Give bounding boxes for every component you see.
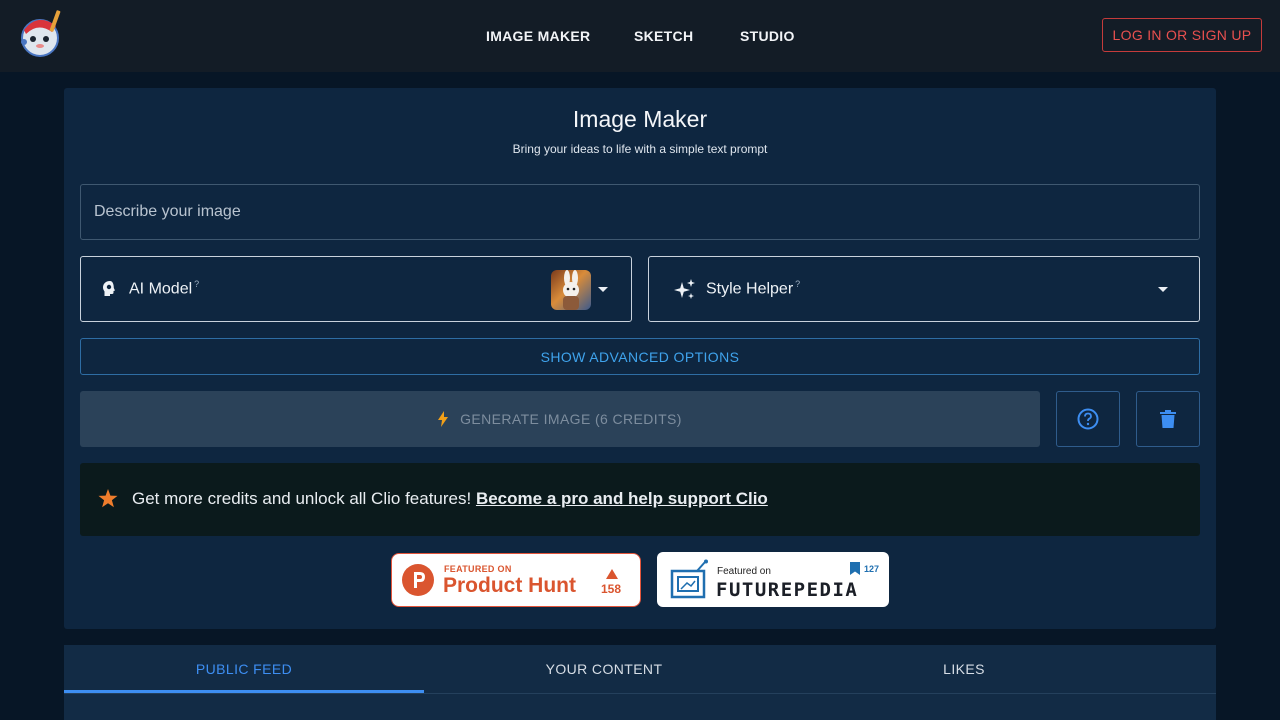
tab-likes[interactable]: LIKES <box>784 645 1144 693</box>
ai-model-label: AI Model? <box>129 279 200 298</box>
fp-name: FUTUREPEDIA <box>716 579 859 601</box>
brain-head-icon <box>101 280 119 303</box>
fp-featured-label: Featured on <box>717 566 771 577</box>
lightning-icon <box>438 411 449 427</box>
bookmark-icon <box>850 562 860 580</box>
futurepedia-logo-icon <box>669 559 711 606</box>
tab-divider <box>64 693 1216 694</box>
active-tab-indicator <box>64 690 424 693</box>
tab-your-content[interactable]: YOUR CONTENT <box>424 645 784 693</box>
ph-upvote-count: 158 <box>601 582 622 596</box>
fp-bookmark-count: 127 <box>864 564 880 574</box>
ai-model-select[interactable]: AI Model? <box>80 256 632 322</box>
style-helper-select[interactable]: Style Helper? <box>648 256 1200 322</box>
help-circle-icon: ? <box>194 279 200 289</box>
model-thumbnail <box>551 270 591 310</box>
login-signup-button[interactable]: LOG IN OR SIGN UP <box>1102 18 1262 52</box>
star-icon <box>98 489 118 513</box>
product-hunt-logo-icon <box>402 564 434 601</box>
become-pro-link[interactable]: Become a pro and help support Clio <box>476 489 768 508</box>
help-button[interactable] <box>1056 391 1120 447</box>
ph-name: Product Hunt <box>443 574 576 597</box>
style-helper-label: Style Helper? <box>706 279 801 298</box>
prompt-input[interactable] <box>80 184 1200 240</box>
nav-sketch[interactable]: SKETCH <box>634 0 693 72</box>
generate-label: GENERATE IMAGE (6 CREDITS) <box>460 411 682 427</box>
nav-image-maker[interactable]: IMAGE MAKER <box>486 0 590 72</box>
chevron-down-icon <box>598 287 608 292</box>
page-subtitle: Bring your ideas to life with a simple t… <box>512 142 768 156</box>
nav-studio[interactable]: STUDIO <box>740 0 795 72</box>
product-hunt-badge[interactable]: FEATURED ON Product Hunt 158 <box>391 553 641 607</box>
help-circle-icon: ? <box>795 279 801 289</box>
question-circle-icon <box>1077 408 1099 430</box>
top-bar: IMAGE MAKER SKETCH STUDIO LOG IN OR SIGN… <box>0 0 1280 72</box>
content-tabs: PUBLIC FEED YOUR CONTENT LIKES <box>64 645 1216 720</box>
trash-icon <box>1160 410 1176 428</box>
pro-promo-banner: Get more credits and unlock all Clio fea… <box>80 463 1200 536</box>
clear-button[interactable] <box>1136 391 1200 447</box>
clio-logo-icon[interactable] <box>18 8 64 58</box>
tab-public-feed[interactable]: PUBLIC FEED <box>64 645 424 693</box>
promo-text: Get more credits and unlock all Clio fea… <box>132 489 768 508</box>
show-advanced-options-button[interactable]: SHOW ADVANCED OPTIONS <box>80 338 1200 375</box>
generate-image-button[interactable]: GENERATE IMAGE (6 CREDITS) <box>80 391 1040 447</box>
futurepedia-badge[interactable]: Featured on FUTUREPEDIA 127 <box>657 552 889 607</box>
chevron-down-icon <box>1158 287 1168 292</box>
sparkles-icon <box>673 278 697 307</box>
ph-featured-label: FEATURED ON <box>444 564 512 574</box>
page-title: Image Maker <box>572 106 708 132</box>
